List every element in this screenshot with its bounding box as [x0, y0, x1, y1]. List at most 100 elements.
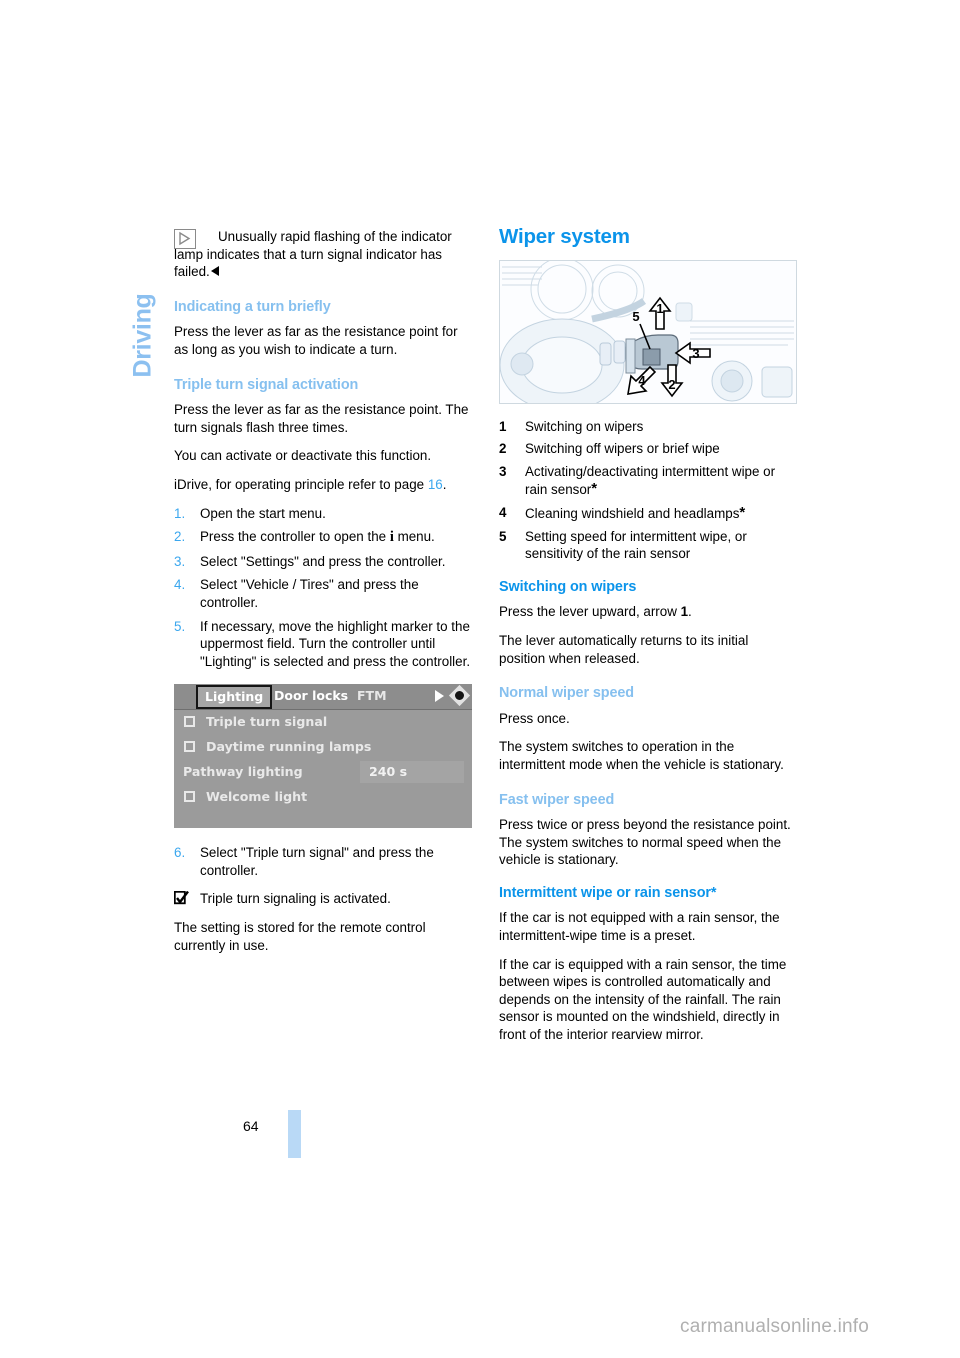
paragraph-switching-1: Press the lever upward, arrow 1.: [499, 603, 797, 621]
legend-item-5: 5 Setting speed for intermittent wipe, o…: [499, 528, 797, 563]
note-text: Unusually rapid flashing of the indicato…: [174, 229, 452, 280]
chapter-edge-marker: [288, 1110, 301, 1158]
step-number: 3.: [174, 553, 186, 569]
idrive-row-label: Welcome light: [206, 789, 308, 805]
idrive-row-label: Daytime running lamps: [206, 739, 372, 755]
svg-text:2: 2: [668, 377, 675, 392]
heading-fast-wiper-speed: Fast wiper speed: [499, 791, 615, 808]
idrive-tab-lighting[interactable]: Lighting: [196, 685, 273, 709]
paragraph-triple-1: Press the lever as far as the resistance…: [174, 402, 469, 435]
end-of-note-marker: [210, 266, 219, 277]
idrive-ref-text: iDrive, for operating principle refer to…: [174, 476, 428, 492]
heading-triple-turn-signal-activation: Triple turn signal activation: [174, 376, 359, 393]
right-arrow-icon[interactable]: [435, 690, 444, 703]
step-2: 2. Press the controller to open the i me…: [174, 528, 472, 547]
paragraph-closing: The setting is stored for the remote con…: [174, 920, 426, 953]
chapter-tab: Driving: [120, 216, 160, 396]
left-column: Unusually rapid flashing of the indicato…: [173, 228, 472, 965]
svg-text:5: 5: [632, 309, 639, 324]
idrive-tab-bar: Lighting Door locks FTM: [174, 684, 472, 711]
idrive-row-triple-turn-signal[interactable]: Triple turn signal: [174, 710, 472, 735]
paragraph-normal-2: The system switches to operation in the …: [499, 739, 784, 772]
paragraph-fast-1: Press twice or press beyond the resistan…: [499, 817, 791, 833]
arrow-number-bold: 1: [680, 604, 689, 620]
legend-text: Switching off wipers or brief wipe: [525, 441, 720, 457]
step-number: 1.: [174, 505, 186, 521]
step-number: 2.: [174, 529, 186, 545]
step-4: 4. Select "Vehicle / Tires" and press th…: [174, 576, 472, 611]
heading-intermittent-wipe-or-rain-sensor: Intermittent wipe or rain sensor*: [499, 884, 717, 901]
right-column: Wiper system 1 2 3 4 5 1 Switching on wi…: [499, 225, 797, 1055]
heading-switching-on-wipers: Switching on wipers: [499, 578, 637, 595]
legend-text: Cleaning windshield and headlamps: [525, 505, 740, 521]
page-reference-link[interactable]: 16: [428, 477, 443, 492]
legend-number: 2: [499, 441, 507, 457]
svg-text:3: 3: [692, 346, 699, 361]
heading-indicating-a-turn-briefly: Indicating a turn briefly: [174, 298, 331, 315]
idrive-row-label: Pathway lighting: [183, 764, 303, 780]
paragraph-intermittent-2: If the car is equipped with a rain senso…: [499, 956, 787, 1043]
checkbox-icon[interactable]: [184, 741, 195, 753]
svg-text:4: 4: [638, 373, 646, 388]
idrive-tab-door-locks[interactable]: Door locks: [274, 687, 348, 705]
optional-equipment-asterisk: *: [591, 480, 598, 498]
paragraph-triple-2: You can activate or deactivate this func…: [174, 448, 432, 464]
step-text: Select "Triple turn signal" and press th…: [200, 845, 434, 878]
paragraph-indicating: Press the lever as far as the resistance…: [174, 324, 458, 357]
step-text-after: menu.: [393, 529, 435, 545]
legend-number: 5: [499, 528, 507, 544]
page-number: 64: [243, 1118, 259, 1134]
wiper-diagram-graphic: 1 2 3 4 5: [500, 260, 796, 403]
result-text: Triple turn signaling is activated.: [200, 891, 391, 907]
procedure-steps-continued: 6. Select "Triple turn signal" and press…: [174, 844, 472, 879]
idrive-row-welcome-light[interactable]: Welcome light: [174, 785, 472, 810]
diamond-controller-icon[interactable]: [448, 685, 471, 707]
step-text: If necessary, move the highlight marker …: [200, 618, 471, 669]
idrive-row-value: 240 s: [369, 764, 408, 780]
idrive-ref-period: .: [442, 476, 447, 492]
procedure-steps: 1. Open the start menu. 2. Press the con…: [174, 505, 472, 671]
wiper-legend-list: 1 Switching on wipers 2 Switching off wi…: [499, 418, 797, 563]
switching-text-after: .: [688, 604, 692, 620]
result-line: Triple turn signaling is activated.: [173, 890, 472, 908]
wiper-stalk-diagram: 1 2 3 4 5: [499, 259, 797, 404]
step-text: Select "Vehicle / Tires" and press the c…: [200, 577, 419, 610]
checkbox-icon[interactable]: [184, 791, 195, 803]
idrive-tab-ftm[interactable]: FTM: [357, 687, 387, 705]
idrive-lighting-menu-screenshot: Lighting Door locks FTM Triple turn sign…: [174, 684, 472, 829]
checkbox-icon[interactable]: [184, 716, 195, 728]
legend-item-2: 2 Switching off wipers or brief wipe: [499, 440, 797, 458]
site-watermark: carmanualsonline.info: [680, 1316, 870, 1337]
paragraph-switching-2: The lever automatically returns to its i…: [499, 632, 749, 666]
manual-page: Driving Unusually rapid flashing of the …: [0, 0, 960, 1358]
legend-text: Switching on wipers: [525, 418, 644, 434]
svg-text:1: 1: [656, 301, 663, 316]
paragraph-fast-2: The system switches to normal speed when…: [499, 834, 782, 868]
switching-text-before: Press the lever upward, arrow: [499, 604, 681, 620]
step-6: 6. Select "Triple turn signal" and press…: [174, 844, 472, 879]
step-number: 4.: [174, 577, 186, 593]
step-1: 1. Open the start menu.: [174, 505, 472, 523]
legend-text: Setting speed for intermittent wipe, or …: [525, 528, 747, 562]
step-5: 5. If necessary, move the highlight mark…: [174, 618, 472, 671]
optional-equipment-asterisk: *: [739, 503, 746, 521]
legend-item-1: 1 Switching on wipers: [499, 418, 797, 436]
chapter-tab-label: Driving: [128, 293, 157, 378]
idrive-row-daytime-running-lamps[interactable]: Daytime running lamps: [174, 735, 472, 760]
checked-checkbox-icon: [173, 891, 189, 905]
idrive-row-pathway-lighting[interactable]: Pathway lighting 240 s: [174, 760, 472, 785]
idrive-row-label: Triple turn signal: [206, 714, 328, 730]
legend-item-4: 4 Cleaning windshield and headlamps*: [499, 504, 797, 523]
paragraph-intermittent-1: If the car is not equipped with a rain s…: [499, 910, 780, 944]
legend-number: 4: [499, 504, 507, 520]
legend-text: Activating/deactivating intermittent wip…: [525, 463, 776, 498]
legend-item-3: 3 Activating/deactivating intermittent w…: [499, 463, 797, 499]
play-triangle-box-icon: [174, 229, 196, 249]
step-text: Open the start menu.: [200, 505, 326, 521]
paragraph-normal-1: Press once.: [499, 710, 570, 726]
legend-number: 1: [499, 418, 507, 434]
page-title: Wiper system: [499, 225, 630, 248]
step-text: Select "Settings" and press the controll…: [200, 553, 446, 569]
step-number: 5.: [174, 618, 186, 634]
note-block: Unusually rapid flashing of the indicato…: [174, 228, 472, 281]
